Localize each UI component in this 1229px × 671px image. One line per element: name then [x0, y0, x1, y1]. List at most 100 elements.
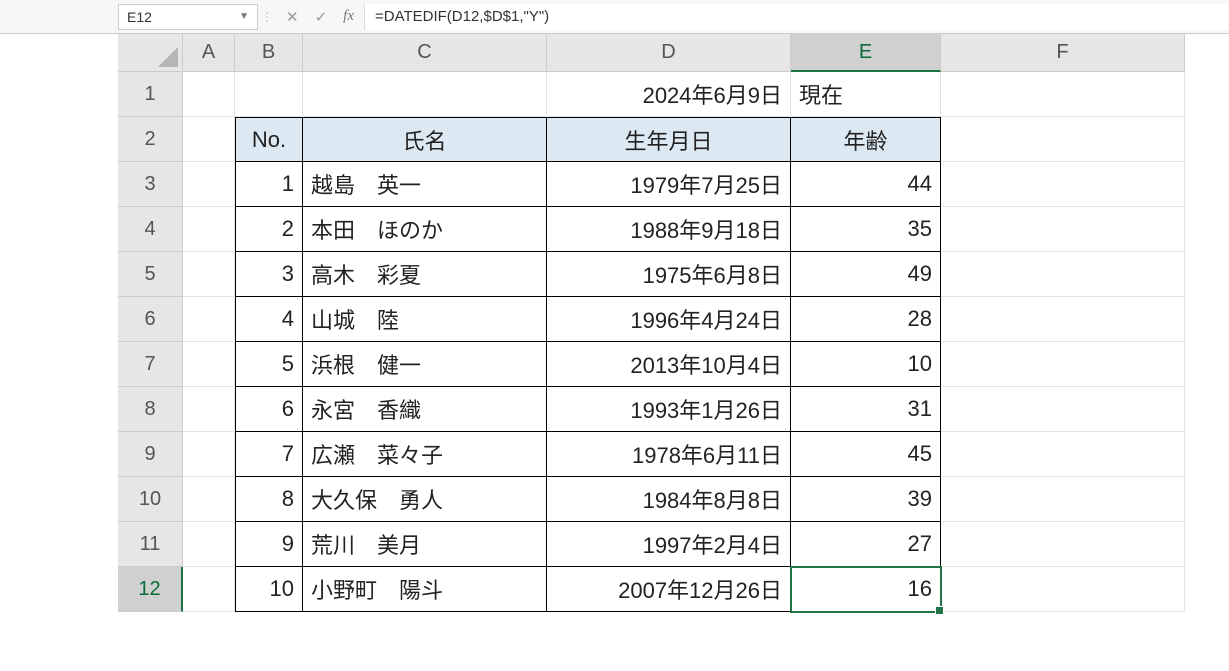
cell-B8[interactable]: 6 — [235, 387, 303, 432]
cell-C9[interactable]: 広瀬 菜々子 — [303, 432, 547, 477]
cell-C5[interactable]: 高木 彩夏 — [303, 252, 547, 297]
cell-B6[interactable]: 4 — [235, 297, 303, 342]
cell-E6[interactable]: 28 — [791, 297, 941, 342]
cell-E5[interactable]: 49 — [791, 252, 941, 297]
cell-C1[interactable] — [303, 72, 547, 117]
fx-icon[interactable]: fx — [343, 8, 354, 25]
cell-C2[interactable]: 氏名 — [303, 117, 547, 162]
col-header-F[interactable]: F — [941, 34, 1185, 72]
cell-F4[interactable] — [941, 207, 1185, 252]
cell-B2[interactable]: No. — [235, 117, 303, 162]
cell-C7[interactable]: 浜根 健一 — [303, 342, 547, 387]
row-header-6[interactable]: 6 — [118, 297, 183, 342]
cell-A10[interactable] — [183, 477, 235, 522]
row-header-10[interactable]: 10 — [118, 477, 183, 522]
cell-A11[interactable] — [183, 522, 235, 567]
row-header-2[interactable]: 2 — [118, 117, 183, 162]
cell-E9[interactable]: 45 — [791, 432, 941, 477]
row-2: No. 氏名 生年月日 年齢 — [183, 117, 1185, 162]
cell-D10[interactable]: 1984年8月8日 — [547, 477, 791, 522]
cell-D6[interactable]: 1996年4月24日 — [547, 297, 791, 342]
cell-A1[interactable] — [183, 72, 235, 117]
row-header-9[interactable]: 9 — [118, 432, 183, 477]
cell-B11[interactable]: 9 — [235, 522, 303, 567]
cell-D7[interactable]: 2013年10月4日 — [547, 342, 791, 387]
cell-F8[interactable] — [941, 387, 1185, 432]
cell-F3[interactable] — [941, 162, 1185, 207]
cell-C6[interactable]: 山城 陸 — [303, 297, 547, 342]
cell-F5[interactable] — [941, 252, 1185, 297]
cell-A9[interactable] — [183, 432, 235, 477]
cell-C11[interactable]: 荒川 美月 — [303, 522, 547, 567]
cell-D4[interactable]: 1988年9月18日 — [547, 207, 791, 252]
cell-B10[interactable]: 8 — [235, 477, 303, 522]
cell-C3[interactable]: 越島 英一 — [303, 162, 547, 207]
cells-area: 2024年6月9日 現在 No. 氏名 生年月日 年齢 1 越島 英一 1979… — [183, 72, 1185, 612]
cell-F12[interactable] — [941, 567, 1185, 612]
cell-A5[interactable] — [183, 252, 235, 297]
row-header-3[interactable]: 3 — [118, 162, 183, 207]
row-header-1[interactable]: 1 — [118, 72, 183, 117]
cell-B3[interactable]: 1 — [235, 162, 303, 207]
cell-C10[interactable]: 大久保 勇人 — [303, 477, 547, 522]
cell-D11[interactable]: 1997年2月4日 — [547, 522, 791, 567]
enter-icon[interactable]: ✓ — [315, 8, 328, 26]
cell-F9[interactable] — [941, 432, 1185, 477]
row-header-8[interactable]: 8 — [118, 387, 183, 432]
cell-D3[interactable]: 1979年7月25日 — [547, 162, 791, 207]
cell-E8[interactable]: 31 — [791, 387, 941, 432]
cell-C8[interactable]: 永宮 香織 — [303, 387, 547, 432]
cell-E3[interactable]: 44 — [791, 162, 941, 207]
cell-A3[interactable] — [183, 162, 235, 207]
row-header-5[interactable]: 5 — [118, 252, 183, 297]
cancel-icon[interactable]: ✕ — [286, 8, 299, 26]
cell-A12[interactable] — [183, 567, 235, 612]
cell-F11[interactable] — [941, 522, 1185, 567]
cell-A2[interactable] — [183, 117, 235, 162]
row-header-11[interactable]: 11 — [118, 522, 183, 567]
cell-B7[interactable]: 5 — [235, 342, 303, 387]
col-header-D[interactable]: D — [547, 34, 791, 72]
cell-B12[interactable]: 10 — [235, 567, 303, 612]
col-header-E[interactable]: E — [791, 34, 941, 72]
cell-C4[interactable]: 本田 ほのか — [303, 207, 547, 252]
cell-D8[interactable]: 1993年1月26日 — [547, 387, 791, 432]
cell-B5[interactable]: 3 — [235, 252, 303, 297]
cell-D9[interactable]: 1978年6月11日 — [547, 432, 791, 477]
cell-F1[interactable] — [941, 72, 1185, 117]
name-box-dropdown-icon[interactable]: ▼ — [239, 11, 249, 22]
formula-input[interactable]: =DATEDIF(D12,$D$1,"Y") — [364, 4, 1229, 30]
cell-E4[interactable]: 35 — [791, 207, 941, 252]
col-header-B[interactable]: B — [235, 34, 303, 72]
cell-F6[interactable] — [941, 297, 1185, 342]
col-header-A[interactable]: A — [183, 34, 235, 72]
cell-E12[interactable]: 16 — [791, 567, 941, 612]
cell-D12[interactable]: 2007年12月26日 — [547, 567, 791, 612]
name-box[interactable]: E12 ▼ — [118, 4, 258, 30]
select-all-corner[interactable] — [118, 34, 183, 72]
row-header-7[interactable]: 7 — [118, 342, 183, 387]
cell-A7[interactable] — [183, 342, 235, 387]
cell-F10[interactable] — [941, 477, 1185, 522]
cell-B9[interactable]: 7 — [235, 432, 303, 477]
cell-F2[interactable] — [941, 117, 1185, 162]
cell-E1[interactable]: 現在 — [791, 72, 941, 117]
cell-A4[interactable] — [183, 207, 235, 252]
cell-B4[interactable]: 2 — [235, 207, 303, 252]
cell-E2[interactable]: 年齢 — [791, 117, 941, 162]
cell-C12[interactable]: 小野町 陽斗 — [303, 567, 547, 612]
row-header-12[interactable]: 12 — [118, 567, 183, 612]
row-headers: 1 2 3 4 5 6 7 8 9 10 11 12 — [118, 72, 183, 612]
cell-E11[interactable]: 27 — [791, 522, 941, 567]
cell-D5[interactable]: 1975年6月8日 — [547, 252, 791, 297]
col-header-C[interactable]: C — [303, 34, 547, 72]
cell-F7[interactable] — [941, 342, 1185, 387]
row-header-4[interactable]: 4 — [118, 207, 183, 252]
cell-E7[interactable]: 10 — [791, 342, 941, 387]
cell-D2[interactable]: 生年月日 — [547, 117, 791, 162]
cell-A8[interactable] — [183, 387, 235, 432]
cell-B1[interactable] — [235, 72, 303, 117]
cell-D1[interactable]: 2024年6月9日 — [547, 72, 791, 117]
cell-A6[interactable] — [183, 297, 235, 342]
cell-E10[interactable]: 39 — [791, 477, 941, 522]
